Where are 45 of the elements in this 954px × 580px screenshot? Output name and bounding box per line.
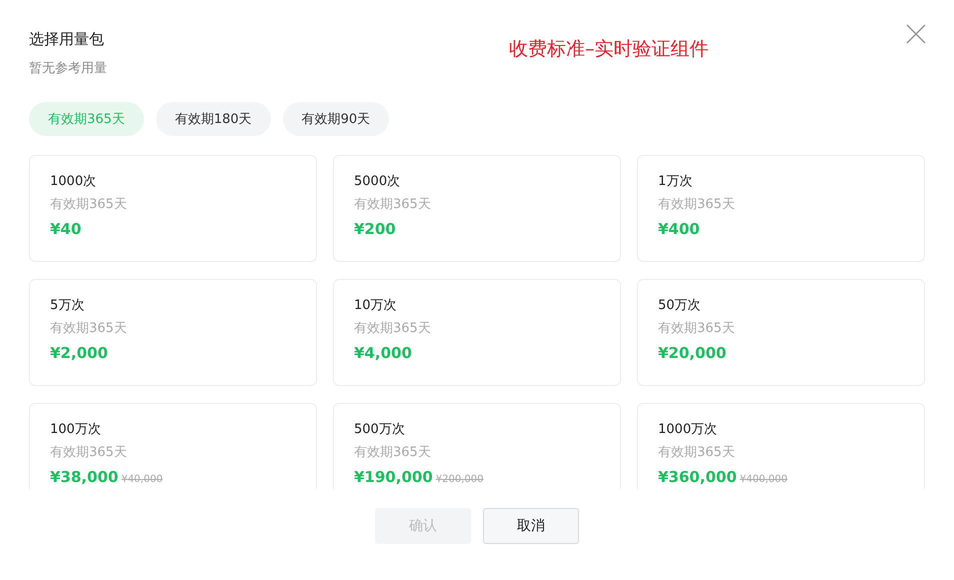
package-name: 1万次 bbox=[658, 173, 694, 191]
package-price: ¥2,000 bbox=[50, 343, 108, 363]
package-validity: 有效期365天 bbox=[658, 320, 736, 338]
validity-tab[interactable]: 有效期180天 bbox=[156, 102, 271, 136]
package-card[interactable]: 1000万次 有效期365天 ¥360,000 ¥400,000 bbox=[637, 403, 925, 489]
package-price: ¥38,000 bbox=[50, 467, 118, 487]
package-validity: 有效期365天 bbox=[50, 196, 128, 214]
package-validity: 有效期365天 bbox=[658, 444, 736, 462]
annotation-text: 收费标准–实时验证组件 bbox=[509, 37, 708, 62]
validity-tab[interactable]: 有效期90天 bbox=[282, 102, 390, 136]
package-card[interactable]: 1万次 有效期365天 ¥400 bbox=[637, 155, 925, 262]
package-validity: 有效期365天 bbox=[354, 320, 432, 338]
original-price: ¥200,000 bbox=[436, 474, 484, 485]
package-validity: 有效期365天 bbox=[50, 320, 128, 338]
package-name: 5万次 bbox=[50, 297, 86, 315]
package-validity: 有效期365天 bbox=[658, 196, 736, 214]
package-price: ¥200 bbox=[354, 219, 396, 239]
package-name: 50万次 bbox=[658, 297, 702, 315]
cancel-button[interactable]: 取消 bbox=[483, 508, 579, 544]
package-name: 10万次 bbox=[354, 297, 398, 315]
package-name: 1000次 bbox=[50, 173, 98, 191]
package-card[interactable]: 100万次 有效期365天 ¥38,000 ¥40,000 bbox=[29, 403, 317, 489]
original-price: ¥40,000 bbox=[121, 474, 163, 485]
package-price: ¥4,000 bbox=[354, 343, 412, 363]
package-card[interactable]: 5000次 有效期365天 ¥200 bbox=[333, 155, 621, 262]
package-card[interactable]: 10万次 有效期365天 ¥4,000 bbox=[333, 279, 621, 386]
package-name: 5000次 bbox=[354, 173, 402, 191]
package-price: ¥400 bbox=[658, 219, 700, 239]
package-validity: 有效期365天 bbox=[354, 444, 432, 462]
package-price: ¥190,000 bbox=[354, 467, 433, 487]
package-name: 500万次 bbox=[354, 421, 406, 439]
original-price: ¥400,000 bbox=[740, 474, 788, 485]
dialog-title: 选择用量包 bbox=[29, 29, 105, 50]
close-icon[interactable] bbox=[906, 24, 926, 44]
package-name: 100万次 bbox=[50, 421, 102, 439]
package-price: ¥20,000 bbox=[658, 343, 726, 363]
package-card[interactable]: 1000次 有效期365天 ¥40 bbox=[29, 155, 317, 262]
package-name: 1000万次 bbox=[658, 421, 718, 439]
package-card[interactable]: 50万次 有效期365天 ¥20,000 bbox=[637, 279, 925, 386]
package-price: ¥40 bbox=[50, 219, 82, 239]
package-validity: 有效期365天 bbox=[50, 444, 128, 462]
package-validity: 有效期365天 bbox=[354, 196, 432, 214]
package-card[interactable]: 5万次 有效期365天 ¥2,000 bbox=[29, 279, 317, 386]
dialog-subtitle: 暂无参考用量 bbox=[29, 60, 108, 78]
package-price: ¥360,000 bbox=[658, 467, 737, 487]
